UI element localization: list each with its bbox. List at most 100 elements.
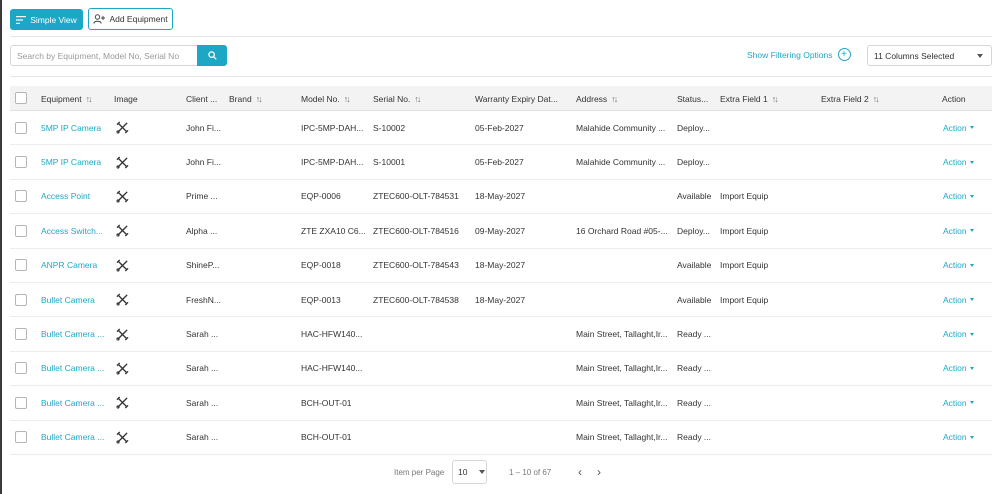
cell-equipment[interactable]: Bullet Camera ... <box>41 386 104 419</box>
table-row: ANPR Camera ShineP... EQP-0018 ZTEC600-OLT-… <box>10 249 992 283</box>
cell-client: ShineP... <box>186 260 220 271</box>
cell-status: Available <box>677 191 712 202</box>
action-dropdown[interactable]: Action <box>943 421 974 454</box>
action-dropdown[interactable]: Action <box>943 317 974 350</box>
column-header-action: Action <box>942 86 966 111</box>
sort-icon[interactable]: ↑↓ <box>86 94 93 104</box>
column-header-warranty[interactable]: Warranty Expiry Dat... <box>475 86 558 111</box>
chevron-down-icon <box>969 229 974 233</box>
row-checkbox[interactable] <box>15 224 27 237</box>
column-header-brand[interactable]: Brand ↑↓ <box>229 86 263 111</box>
table-body: 5MP IP Camera John Fi... IPC-5MP-DAH... S-1… <box>10 111 992 455</box>
cell-equipment[interactable]: Access Point <box>41 180 90 213</box>
chevron-left-icon[interactable]: ‹ <box>578 465 582 479</box>
toolbar-divider <box>10 36 992 37</box>
items-per-page-select[interactable]: 10 <box>452 460 487 484</box>
cell-equipment[interactable]: Access Switch... <box>41 214 103 247</box>
action-dropdown[interactable]: Action <box>943 386 974 419</box>
sort-icon[interactable]: ↑↓ <box>414 94 421 104</box>
cell-equipment[interactable]: 5MP IP Camera <box>41 111 101 144</box>
cell-equipment[interactable]: Bullet Camera <box>41 283 95 316</box>
column-header-status[interactable]: Status... <box>677 86 708 111</box>
cell-status: Ready ... <box>677 397 712 408</box>
cell-warranty: 18-May-2027 <box>475 294 526 305</box>
cell-model: BCH-OUT-01 <box>301 432 352 443</box>
column-label: Image <box>114 93 138 104</box>
cell-equipment[interactable]: ANPR Camera <box>41 249 97 282</box>
show-filtering-options-link[interactable]: Show Filtering Options + <box>747 48 851 61</box>
cell-address: Malahide Community ... <box>576 157 666 168</box>
pagination-range: 1 – 10 of 67 <box>509 468 552 477</box>
row-checkbox[interactable] <box>15 156 27 169</box>
chevron-right-icon[interactable]: › <box>597 465 601 479</box>
cell-equipment[interactable]: Bullet Camera ... <box>41 421 104 454</box>
cell-serial: ZTEC600-OLT-784531 <box>373 191 459 202</box>
column-header-client[interactable]: Client ... <box>186 86 217 111</box>
cell-serial: S-10001 <box>373 157 406 168</box>
chevron-down-icon <box>969 160 974 164</box>
columns-select[interactable]: 11 Columns Selected <box>867 45 992 66</box>
cell-status: Deploy... <box>677 122 710 133</box>
cell-warranty: 05-Feb-2027 <box>475 122 524 133</box>
cell-equipment[interactable]: 5MP IP Camera <box>41 145 101 178</box>
action-label: Action <box>943 294 967 305</box>
column-label: Address <box>576 93 608 104</box>
column-header-equipment[interactable]: Equipment ↑↓ <box>41 86 93 111</box>
select-all-checkbox[interactable] <box>15 92 27 104</box>
cell-equipment[interactable]: Bullet Camera ... <box>41 317 104 350</box>
cell-serial: ZTEC600-OLT-784538 <box>373 294 459 305</box>
simple-view-button[interactable]: Simple View <box>10 9 83 30</box>
action-dropdown[interactable]: Action <box>943 145 974 178</box>
row-checkbox[interactable] <box>15 190 27 203</box>
column-header-extra1[interactable]: Extra Field 1 ↑↓ <box>720 86 779 111</box>
cell-status: Available <box>677 294 712 305</box>
cell-client: Sarah ... <box>186 329 219 340</box>
column-header-extra2[interactable]: Extra Field 2 ↑↓ <box>821 86 880 111</box>
add-user-icon <box>93 14 106 24</box>
row-checkbox[interactable] <box>15 396 27 409</box>
table-row: Bullet Camera ... Sarah ... BCH-OUT-01 Main… <box>10 386 992 421</box>
column-label: Warranty Expiry Dat... <box>475 93 558 104</box>
column-header-serial[interactable]: Serial No. ↑↓ <box>373 86 421 111</box>
cell-extra1: Import Equip <box>720 260 769 271</box>
sort-icon[interactable]: ↑↓ <box>256 94 263 104</box>
search-input[interactable] <box>10 45 197 66</box>
row-checkbox[interactable] <box>15 362 27 375</box>
chevron-down-icon <box>969 366 974 370</box>
cell-status: Ready ... <box>677 363 712 374</box>
add-equipment-button[interactable]: Add Equipment <box>88 8 173 30</box>
column-header-model[interactable]: Model No. ↑↓ <box>301 86 351 111</box>
row-checkbox[interactable] <box>15 431 27 444</box>
table-row: 5MP IP Camera John Fi... IPC-5MP-DAH... S-1… <box>10 145 992 180</box>
column-header-address[interactable]: Address ↑↓ <box>576 86 618 111</box>
cell-extra1: Import Equip <box>720 191 769 202</box>
add-equipment-label: Add Equipment <box>109 14 168 24</box>
row-checkbox[interactable] <box>15 121 27 134</box>
column-header-image: Image <box>114 86 138 111</box>
action-dropdown[interactable]: Action <box>943 111 974 144</box>
action-dropdown[interactable]: Action <box>943 214 974 247</box>
row-checkbox[interactable] <box>15 328 27 341</box>
sort-icon[interactable]: ↑↓ <box>611 94 618 104</box>
cell-address: Malahide Community ... <box>576 122 666 133</box>
cell-client: John Fi... <box>186 122 221 133</box>
cell-address: Main Street, Tallaght,Ir... <box>576 397 668 408</box>
cell-model: IPC-5MP-DAH... <box>301 122 364 133</box>
chevron-down-icon <box>969 263 974 267</box>
search-button[interactable] <box>197 45 227 66</box>
cell-serial: S-10002 <box>373 122 406 133</box>
action-label: Action <box>943 363 967 374</box>
action-dropdown[interactable]: Action <box>943 180 974 213</box>
cell-warranty: 18-May-2027 <box>475 260 526 271</box>
action-dropdown[interactable]: Action <box>943 283 974 316</box>
cell-equipment[interactable]: Bullet Camera ... <box>41 352 104 385</box>
row-checkbox[interactable] <box>15 293 27 306</box>
sort-icon[interactable]: ↑↓ <box>772 94 779 104</box>
sort-icon[interactable]: ↑↓ <box>873 94 880 104</box>
row-checkbox[interactable] <box>15 259 27 272</box>
equipment-table: Equipment ↑↓ Image Client ... Brand ↑↓ Mod… <box>10 86 992 455</box>
action-dropdown[interactable]: Action <box>943 352 974 385</box>
sort-icon[interactable]: ↑↓ <box>344 94 351 104</box>
search-icon <box>207 51 217 60</box>
action-dropdown[interactable]: Action <box>943 249 974 282</box>
